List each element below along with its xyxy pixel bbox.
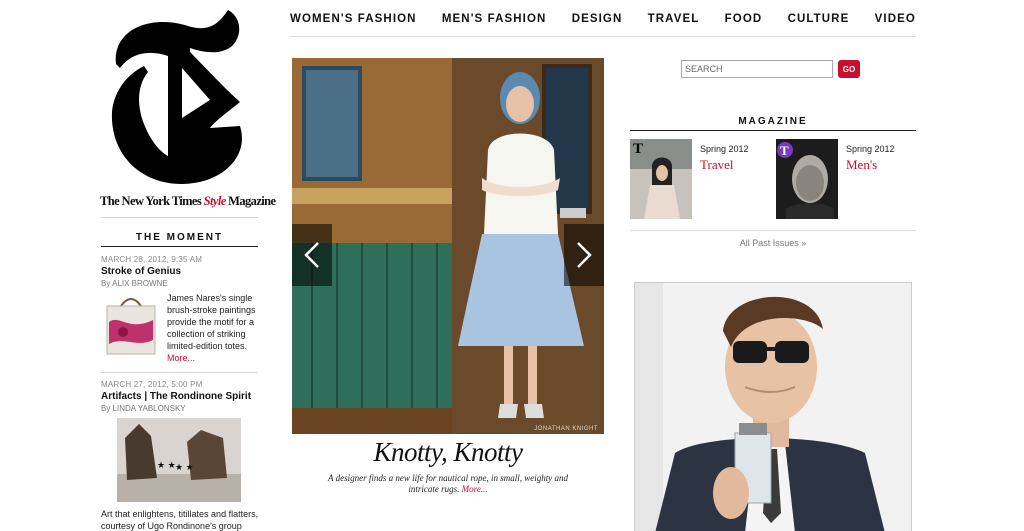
moment-story-2: MARCH 27, 2012, 5:00 PM Artifacts | The … <box>101 380 261 531</box>
magazine-heading: MAGAZINE <box>630 116 916 131</box>
hero-dek: A designer finds a new life for nautical… <box>312 473 584 495</box>
nav-video[interactable]: VIDEO <box>875 13 916 25</box>
story-blurb-text: James Nares's single brush-stroke painti… <box>167 293 256 351</box>
advertisement[interactable] <box>634 282 912 531</box>
nav-womens-fashion[interactable]: WOMEN'S FASHION <box>290 13 417 25</box>
masthead-style-word: Style <box>203 194 227 208</box>
hero-more-link[interactable]: More... <box>462 484 488 494</box>
photo-credit: JONATHAN KNIGHT <box>534 426 598 432</box>
the-moment-heading: THE MOMENT <box>101 232 258 247</box>
story-title-link[interactable]: Artifacts | The Rondinone Spirit <box>101 391 261 402</box>
hero-prev-button[interactable] <box>292 224 332 286</box>
story-date: MARCH 27, 2012, 5:00 PM <box>101 380 203 389</box>
story-title-link[interactable]: Stroke of Genius <box>101 266 261 277</box>
divider <box>101 372 258 373</box>
search-go-button[interactable]: GO <box>838 60 860 78</box>
divider <box>101 217 258 218</box>
story-date: MARCH 28, 2012, 9:35 AM <box>101 255 203 264</box>
story-byline: By ALIX BROWNE <box>101 279 168 288</box>
issue-travel[interactable]: T Spring 2012 Travel <box>630 139 770 219</box>
issue-name: Travel <box>700 157 734 172</box>
t-magazine-logo-icon[interactable] <box>110 8 250 186</box>
main-nav: WOMEN'S FASHION MEN'S FASHION DESIGN TRA… <box>290 13 916 25</box>
nav-culture[interactable]: CULTURE <box>788 13 850 25</box>
masthead-part-1: The New York Times <box>100 194 204 208</box>
issue-season: Spring 2012 <box>700 144 749 154</box>
issue-season: Spring 2012 <box>846 144 895 154</box>
hero-next-button[interactable] <box>564 224 604 286</box>
nav-design[interactable]: DESIGN <box>572 13 623 25</box>
svg-text:★ ★: ★ ★ <box>157 460 176 470</box>
issue-name: Men's <box>846 157 878 172</box>
ad-photo <box>635 283 911 531</box>
travel-cover-thumbnail: T <box>630 139 692 219</box>
svg-text:T: T <box>633 141 643 157</box>
divider <box>630 230 916 231</box>
all-past-issues-link[interactable]: All Past Issues » <box>630 238 916 248</box>
story-more-link[interactable]: More... <box>167 352 259 364</box>
svg-text:★ ★: ★ ★ <box>175 462 194 472</box>
hero-slideshow[interactable]: JONATHAN KNIGHT <box>292 58 604 434</box>
issue-mens[interactable]: T Spring 2012 Men's <box>776 139 916 219</box>
hero-dek-text: A designer finds a new life for nautical… <box>328 473 568 494</box>
chevron-right-icon <box>577 242 592 268</box>
mens-cover-thumbnail: T <box>776 139 838 219</box>
hero-photo <box>292 58 604 434</box>
nav-food[interactable]: FOOD <box>725 13 763 25</box>
search-input[interactable] <box>681 60 833 78</box>
chevron-left-icon <box>304 242 319 268</box>
masthead-wordmark[interactable]: The New York Times Style Magazine <box>100 194 276 209</box>
svg-text:T: T <box>780 143 789 158</box>
nav-travel[interactable]: TRAVEL <box>648 13 700 25</box>
story-byline: By LINDA YABLONSKY <box>101 404 186 413</box>
tote-bag-thumbnail[interactable] <box>101 292 161 358</box>
sculpture-thumbnail[interactable]: ★ ★ ★ ★ <box>117 418 241 502</box>
story-blurb: James Nares's single brush-stroke painti… <box>167 292 259 364</box>
nav-mens-fashion[interactable]: MEN'S FASHION <box>442 13 547 25</box>
story-blurb: Art that enlightens, titillates and flat… <box>101 509 259 531</box>
masthead-part-3: Magazine <box>225 194 276 208</box>
hero-title-link[interactable]: Knotty, Knotty <box>292 437 604 468</box>
nav-divider <box>290 36 916 37</box>
moment-story-1: MARCH 28, 2012, 9:35 AM Stroke of Genius… <box>101 255 261 364</box>
